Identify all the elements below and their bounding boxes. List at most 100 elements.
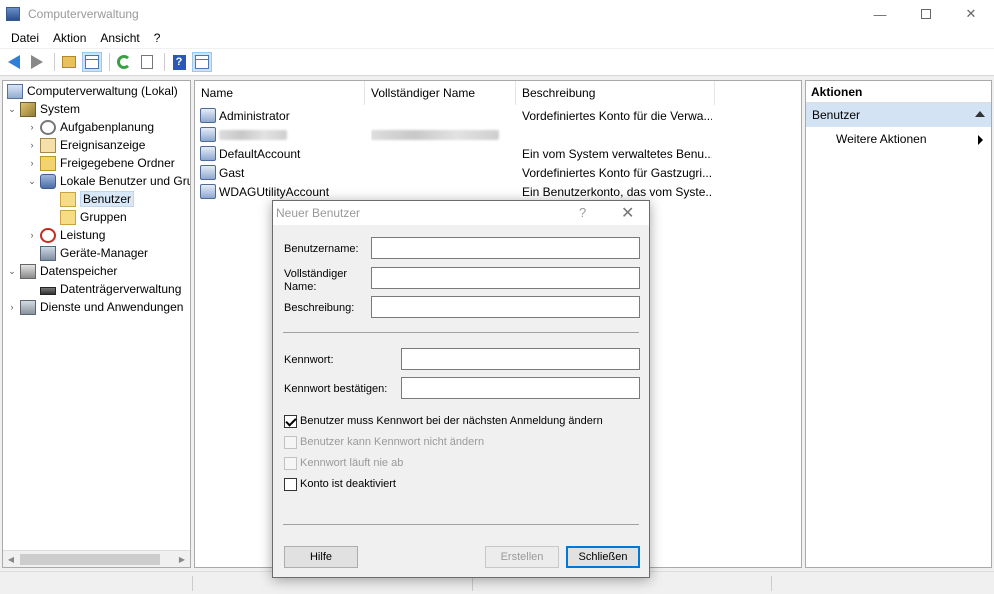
- help-dialog-button[interactable]: Hilfe: [284, 546, 358, 568]
- menu-aktion[interactable]: Aktion: [46, 31, 93, 45]
- help-button[interactable]: ?: [169, 52, 189, 72]
- tree-item-label: System: [40, 102, 81, 116]
- password-input[interactable]: [401, 348, 640, 370]
- user-fullname: [371, 144, 516, 163]
- password-never-expires-checkbox[interactable]: Kennwort läuft nie ab: [284, 455, 403, 471]
- column-header-fullname[interactable]: Vollständiger Name: [365, 81, 516, 105]
- tree-item-computer-management[interactable]: Computerverwaltung (Lokal): [7, 82, 178, 100]
- tree-item-shared-folders[interactable]: › Freigegebene Ordner: [27, 154, 175, 172]
- folder-up-icon: [62, 56, 76, 68]
- tree-item-task-scheduler[interactable]: › Aufgabenplanung: [27, 118, 154, 136]
- submenu-arrow-icon: [978, 135, 983, 145]
- user-icon: [200, 184, 216, 199]
- status-separator: [192, 576, 193, 591]
- close-button[interactable]: ✕: [948, 0, 994, 28]
- help-icon: ?: [172, 54, 186, 70]
- account-disabled-checkbox[interactable]: Konto ist deaktiviert: [284, 476, 396, 492]
- close-dialog-button[interactable]: Schließen: [566, 546, 640, 568]
- tree-item-users[interactable]: Benutzer: [60, 190, 135, 208]
- horizontal-scrollbar[interactable]: ◀ ▶: [3, 550, 190, 567]
- tree-item-event-viewer[interactable]: › Ereignisanzeige: [27, 136, 145, 154]
- toolbar: ?: [0, 49, 994, 76]
- folder-icon: [60, 191, 76, 207]
- tree-item-system[interactable]: ⌄ System: [7, 100, 80, 118]
- confirm-password-input[interactable]: [401, 377, 640, 399]
- must-change-password-checkbox[interactable]: Benutzer muss Kennwort bei der nächsten …: [284, 413, 603, 429]
- forward-button[interactable]: [27, 52, 47, 72]
- fullname-input[interactable]: [371, 267, 640, 289]
- export-list-button[interactable]: [137, 52, 157, 72]
- show-tree-button[interactable]: [82, 52, 102, 72]
- column-header-name[interactable]: Name: [195, 81, 365, 105]
- expand-icon[interactable]: ›: [27, 140, 37, 150]
- tree-item-label: Datenträgerverwaltung: [60, 282, 182, 296]
- menu-ansicht[interactable]: Ansicht: [93, 31, 146, 45]
- checkbox-label: Konto ist deaktiviert: [300, 478, 396, 490]
- description-input[interactable]: [371, 296, 640, 318]
- create-button[interactable]: Erstellen: [485, 546, 559, 568]
- expand-icon[interactable]: ›: [27, 122, 37, 132]
- up-folder-button[interactable]: [59, 52, 79, 72]
- toolbar-separator: [54, 53, 55, 71]
- checkbox-label: Benutzer kann Kennwort nicht ändern: [300, 436, 485, 448]
- collapse-icon[interactable]: ⌄: [7, 266, 17, 277]
- dialog-separator: [283, 524, 639, 525]
- checkbox-unchecked[interactable]: [284, 477, 297, 491]
- show-action-pane-button[interactable]: [192, 52, 212, 72]
- refresh-button[interactable]: [114, 52, 134, 72]
- tree-item-device-manager[interactable]: Geräte-Manager: [40, 244, 148, 262]
- expand-icon[interactable]: ›: [27, 230, 37, 240]
- table-row[interactable]: WDAGUtilityAccount Ein Benutzerkonto, da…: [195, 182, 801, 201]
- dialog-title: Neuer Benutzer: [276, 206, 361, 220]
- checkbox-disabled[interactable]: [284, 435, 297, 449]
- actions-section-users[interactable]: Benutzer: [806, 103, 991, 127]
- menu-help[interactable]: ?: [147, 31, 168, 45]
- user-icon: [200, 146, 216, 161]
- table-row[interactable]: Gast Vordefiniertes Konto für Gastzugri.…: [195, 163, 801, 182]
- user-description: Vordefiniertes Konto für die Verwa...: [522, 108, 712, 123]
- dialog-close-button[interactable]: ✕: [621, 203, 634, 223]
- status-separator: [472, 576, 473, 591]
- table-row[interactable]: Administrator Vordefiniertes Konto für d…: [195, 106, 801, 125]
- tree-item-label: Datenspeicher: [40, 264, 118, 278]
- scroll-left-icon[interactable]: ◀: [3, 555, 19, 564]
- new-user-dialog: Neuer Benutzer ? ✕ Benutzername: Vollstä…: [272, 200, 650, 578]
- users-icon: [40, 173, 56, 189]
- scroll-right-icon[interactable]: ▶: [174, 555, 190, 564]
- tree-item-label: Benutzer: [80, 191, 135, 207]
- computer-icon: [7, 83, 23, 99]
- more-actions-item[interactable]: Weitere Aktionen: [806, 127, 991, 151]
- username-input[interactable]: [371, 237, 640, 259]
- expand-icon[interactable]: ›: [27, 158, 37, 168]
- checkbox-checked[interactable]: [284, 414, 297, 428]
- collapse-icon[interactable]: ⌄: [27, 176, 37, 187]
- collapse-up-icon[interactable]: [975, 111, 985, 117]
- minimize-button[interactable]: —: [857, 0, 903, 28]
- back-button[interactable]: [4, 52, 24, 72]
- tree-item-local-users-groups[interactable]: ⌄ Lokale Benutzer und Gruppen: [27, 172, 190, 190]
- description-label: Beschreibung:: [284, 302, 355, 314]
- expand-icon[interactable]: ›: [7, 302, 17, 312]
- user-description: Ein vom System verwaltetes Benu...: [522, 146, 712, 161]
- column-header-description[interactable]: Beschreibung: [516, 81, 715, 105]
- tree-item-label: Ereignisanzeige: [60, 138, 146, 152]
- tree-item-groups[interactable]: Gruppen: [60, 208, 127, 226]
- scrollbar-thumb[interactable]: [20, 553, 160, 565]
- actions-section-label: Benutzer: [812, 108, 861, 122]
- tree-item-performance[interactable]: › Leistung: [27, 226, 105, 244]
- cannot-change-password-checkbox[interactable]: Benutzer kann Kennwort nicht ändern: [284, 434, 484, 450]
- tree-item-disk-management[interactable]: Datenträgerverwaltung: [40, 280, 181, 298]
- toolbar-separator: [109, 53, 110, 71]
- back-arrow-icon: [8, 55, 20, 69]
- tree-item-services-apps[interactable]: › Dienste und Anwendungen: [7, 298, 183, 316]
- maximize-button[interactable]: [903, 0, 949, 28]
- table-row[interactable]: DefaultAccount Ein vom System verwaltete…: [195, 144, 801, 163]
- refresh-icon: [117, 55, 131, 69]
- tree-item-storage[interactable]: ⌄ Datenspeicher: [7, 262, 117, 280]
- expand-icon[interactable]: ⌄: [7, 104, 17, 115]
- dialog-help-button[interactable]: ?: [579, 205, 586, 220]
- menu-datei[interactable]: Datei: [4, 31, 46, 45]
- checkbox-disabled[interactable]: [284, 456, 297, 470]
- table-row[interactable]: [195, 125, 801, 144]
- tree-item-label: Gruppen: [80, 210, 127, 224]
